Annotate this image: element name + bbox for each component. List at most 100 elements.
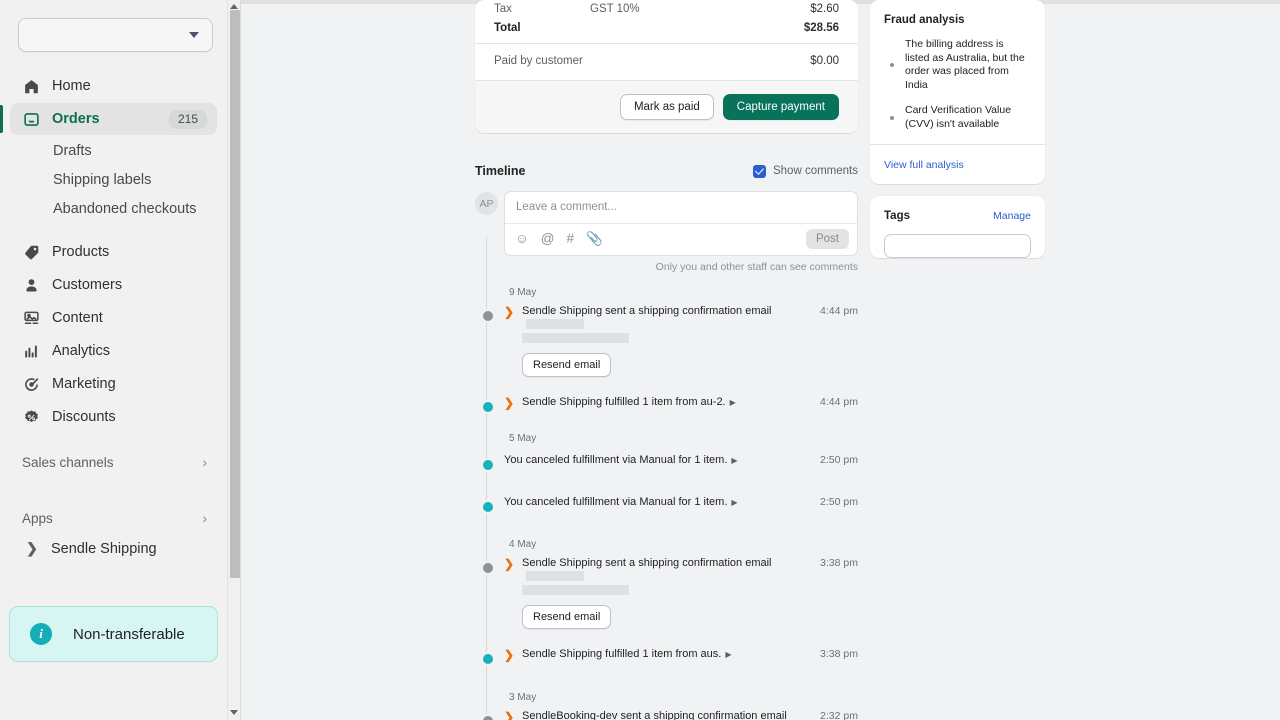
sidebar-item-label: Discounts	[52, 409, 207, 425]
total-label: Total	[494, 22, 590, 34]
sidebar-item-analytics[interactable]: Analytics	[10, 335, 217, 367]
chevron-down-icon	[189, 32, 199, 38]
sidebar-item-home[interactable]: Home	[10, 70, 217, 102]
order-detail-content: Tax GST 10% $2.60 Total $28.56 Paid by c…	[241, 0, 1280, 720]
timeline-event: ❯ Sendle Shipping fulfilled 1 item from …	[504, 647, 858, 663]
sendle-app-icon: ❯	[504, 396, 517, 411]
timeline-event: You canceled fulfillment via Manual for …	[504, 453, 858, 468]
sidebar-item-products[interactable]: Products	[10, 236, 217, 268]
sidebar-item-label: Orders	[52, 111, 169, 127]
expand-caret-icon[interactable]: ▶	[731, 453, 737, 468]
show-comments-toggle[interactable]: Show comments	[753, 165, 858, 178]
megaphone-target-icon	[22, 375, 41, 394]
event-text: Sendle Shipping sent a shipping confirma…	[522, 556, 772, 571]
sidebar-item-label: Analytics	[52, 343, 207, 359]
sendle-chevron-icon: ❯	[22, 540, 42, 557]
paid-label: Paid by customer	[494, 55, 590, 67]
avatar-column: AP	[475, 191, 504, 273]
mention-icon[interactable]: @	[541, 232, 555, 246]
event-text: Sendle Shipping fulfilled 1 item from au…	[522, 647, 721, 662]
event-text: Sendle Shipping sent a shipping confirma…	[522, 304, 772, 319]
event-text: You canceled fulfillment via Manual for …	[504, 495, 727, 510]
list-item: The billing address is listed as Austral…	[886, 38, 1031, 92]
sendle-app-icon: ❯	[504, 648, 517, 663]
emoji-icon[interactable]: ☺	[515, 232, 529, 246]
main-content: Tax GST 10% $2.60 Total $28.56 Paid by c…	[241, 0, 1280, 720]
shopify-admin-window: Home Orders 215 Drafts Shipping labels A…	[0, 0, 1280, 720]
scrollbar-thumb[interactable]	[230, 10, 240, 578]
sidebar-item-discounts[interactable]: Discounts	[10, 401, 217, 433]
scroll-down-arrow-icon[interactable]	[230, 710, 238, 715]
store-selector[interactable]	[18, 18, 213, 52]
total-spacer	[590, 22, 804, 34]
expand-caret-icon[interactable]: ▶	[730, 395, 736, 410]
sidebar-item-label: Customers	[52, 277, 207, 293]
non-transferable-alert[interactable]: i Non-transferable	[9, 606, 218, 662]
day-label: 4 May	[509, 539, 858, 550]
sidebar-item-content[interactable]: Content	[10, 302, 217, 334]
sidebar-item-customers[interactable]: Customers	[10, 269, 217, 301]
event-time: 2:50 pm	[820, 495, 858, 510]
nav-spacer	[0, 434, 227, 447]
resend-email-button[interactable]: Resend email	[522, 605, 611, 629]
bullet-icon	[890, 63, 894, 67]
sidebar-item-drafts[interactable]: Drafts	[10, 136, 217, 165]
event-time: 4:44 pm	[820, 395, 858, 410]
sidebar-section-sales-channels[interactable]: Sales channels ›	[10, 447, 217, 477]
event-text: Sendle Shipping fulfilled 1 item from au…	[522, 395, 726, 410]
page-scrollbar[interactable]	[227, 0, 241, 720]
sendle-app-icon: ❯	[504, 557, 517, 572]
timeline-event: You canceled fulfillment via Manual for …	[504, 495, 858, 510]
total-row: Total $28.56	[494, 18, 839, 43]
right-column: Fraud analysis The billing address is li…	[870, 0, 1045, 272]
scroll-up-arrow-icon[interactable]	[230, 4, 238, 9]
tax-detail: GST 10%	[590, 3, 810, 15]
comment-toolbar: ☺ @ # 📎 Post	[505, 224, 857, 255]
post-comment-button[interactable]: Post	[806, 229, 849, 249]
comment-input[interactable]: Leave a comment...	[505, 192, 857, 224]
timeline-header: Timeline Show comments	[475, 164, 858, 178]
sidebar-section-apps[interactable]: Apps ›	[10, 503, 217, 533]
expand-caret-icon[interactable]: ▶	[725, 647, 731, 662]
sidebar-item-sendle-shipping[interactable]: ❯ Sendle Shipping	[10, 533, 217, 564]
show-comments-checkbox[interactable]	[753, 165, 766, 178]
content-image-icon	[22, 309, 41, 328]
comment-box: Leave a comment... ☺ @ # 📎 Post	[504, 191, 858, 256]
manage-tags-link[interactable]: Manage	[993, 210, 1031, 222]
timeline-day-group: 9 May ❯ Sendle Shipping sent a shipping …	[504, 287, 858, 411]
sidebar-item-shipping-labels[interactable]: Shipping labels	[10, 165, 217, 194]
tags-title: Tags	[884, 210, 910, 222]
orders-inbox-icon	[22, 110, 41, 129]
attachment-icon[interactable]: 📎	[586, 232, 603, 246]
chevron-right-icon: ›	[202, 455, 207, 469]
timeline-dot	[481, 309, 495, 323]
sidebar-item-label: Products	[52, 244, 207, 260]
capture-payment-button[interactable]: Capture payment	[723, 94, 839, 120]
paid-amount: $0.00	[810, 55, 839, 67]
sendle-app-icon: ❯	[504, 305, 517, 320]
fraud-analysis-title: Fraud analysis	[884, 14, 1031, 26]
event-time: 4:44 pm	[820, 304, 858, 319]
sidebar-subitem-label: Abandoned checkouts	[53, 201, 197, 217]
sidebar-item-orders[interactable]: Orders 215	[10, 103, 217, 135]
hashtag-icon[interactable]: #	[567, 232, 575, 246]
nav-spacer	[0, 564, 227, 577]
view-full-analysis-link[interactable]: View full analysis	[884, 159, 964, 171]
sendle-app-icon: ❯	[504, 710, 517, 720]
timeline-day-group: 5 May You canceled fulfillment via Manua…	[504, 433, 858, 510]
info-icon: i	[30, 623, 52, 645]
sidebar-item-marketing[interactable]: Marketing	[10, 368, 217, 400]
timeline-day-group: 3 May ❯ SendleBooking-dev sent a shippin…	[504, 692, 858, 720]
sidebar-item-abandoned-checkouts[interactable]: Abandoned checkouts	[10, 194, 217, 223]
list-item: Card Verification Value (CVV) isn't avai…	[886, 104, 1031, 131]
resend-email-button[interactable]: Resend email	[522, 353, 611, 377]
mark-as-paid-button[interactable]: Mark as paid	[620, 94, 714, 120]
timeline-title: Timeline	[475, 164, 525, 178]
bullet-icon	[890, 116, 894, 120]
tags-input[interactable]	[884, 234, 1031, 258]
payment-summary-card: Tax GST 10% $2.60 Total $28.56 Paid by c…	[475, 0, 858, 133]
tax-label: Tax	[494, 3, 590, 15]
event-time: 3:38 pm	[820, 647, 858, 662]
tags-card: Tags Manage	[870, 196, 1045, 258]
expand-caret-icon[interactable]: ▶	[731, 495, 737, 510]
